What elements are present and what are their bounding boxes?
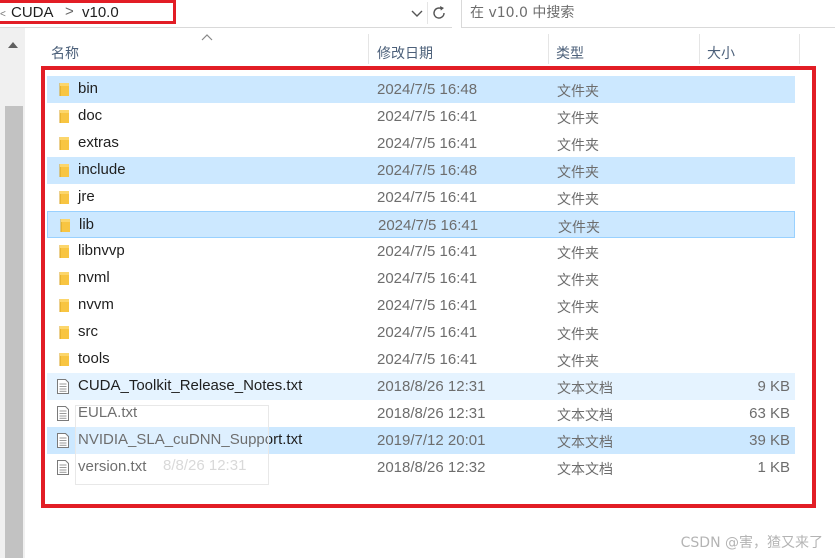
sort-ascending-icon (201, 34, 213, 41)
file-explorer-window: < CUDA > v10.0 名称 修改日期 类型 (0, 0, 835, 558)
search-box[interactable] (461, 0, 835, 28)
column-type[interactable]: 类型 (556, 43, 584, 63)
chevron-down-icon[interactable] (409, 5, 425, 21)
navigation-pane-scrollbar[interactable] (0, 28, 25, 558)
annotation-highlight-file-list (41, 66, 816, 508)
column-divider[interactable] (799, 34, 800, 64)
column-divider[interactable] (548, 34, 549, 64)
scroll-up-icon[interactable] (8, 42, 18, 48)
scrollbar-thumb[interactable] (5, 106, 23, 558)
refresh-icon[interactable] (427, 2, 450, 24)
column-divider[interactable] (699, 34, 700, 64)
column-modified[interactable]: 修改日期 (377, 43, 433, 63)
watermark: CSDN @害，猹又来了 (680, 535, 823, 551)
annotation-highlight-address (0, 0, 176, 24)
column-size[interactable]: 大小 (707, 43, 735, 63)
column-divider[interactable] (368, 34, 369, 64)
column-name[interactable]: 名称 (51, 43, 79, 63)
search-input[interactable] (470, 3, 820, 23)
address-bar-row: < CUDA > v10.0 (0, 0, 835, 28)
column-header: 名称 修改日期 类型 大小 (25, 28, 835, 66)
